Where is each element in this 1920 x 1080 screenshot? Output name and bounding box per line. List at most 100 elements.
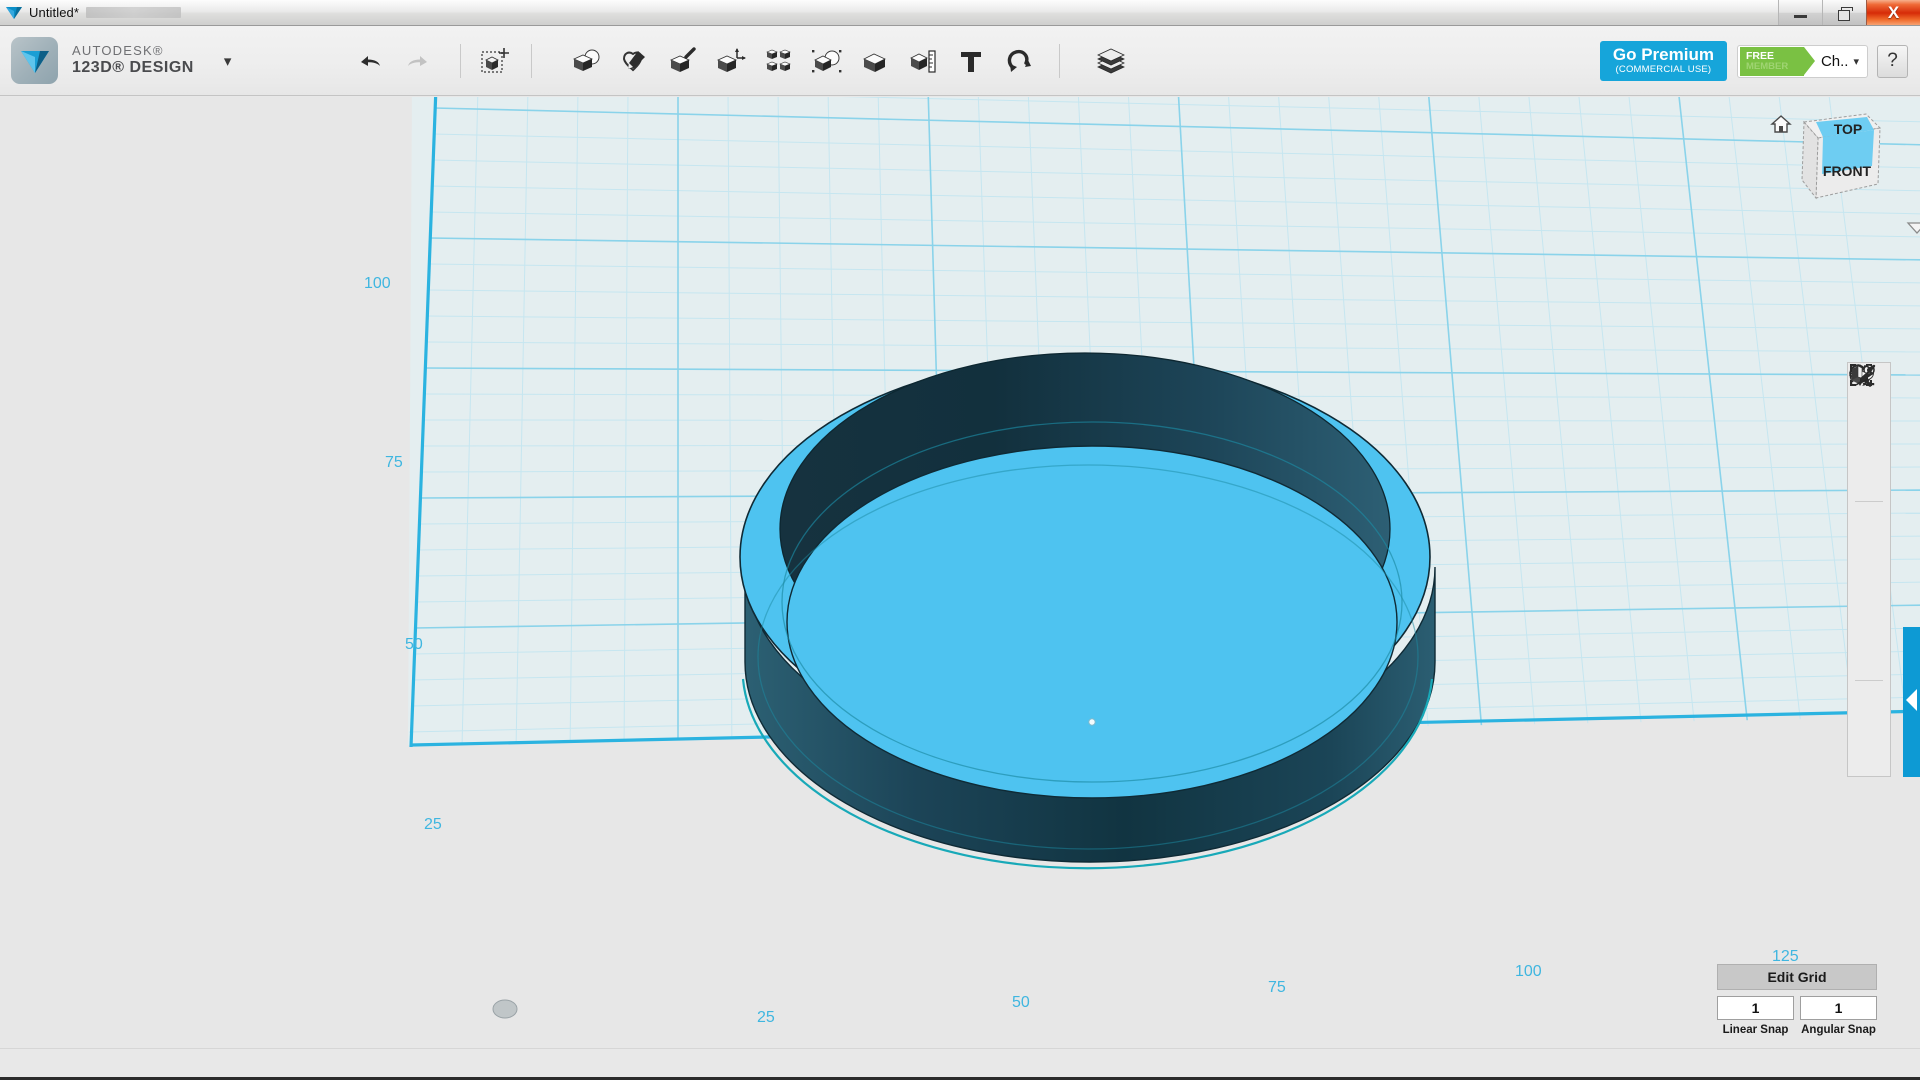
go-premium-title: Go Premium xyxy=(1612,44,1714,64)
model-cylinder-bowl xyxy=(739,352,1436,870)
go-premium-subtitle: (COMMERCIAL USE) xyxy=(1615,64,1712,76)
visibility-tool[interactable] xyxy=(1848,366,1890,634)
app-logo-icon xyxy=(11,37,58,84)
account-user-label: Ch.. xyxy=(1820,52,1849,70)
minimize-button[interactable] xyxy=(1778,0,1822,25)
app-brand-text: AUTODESK® 123D® DESIGN xyxy=(72,44,194,76)
window-title-bar: Untitled* X xyxy=(0,0,1920,26)
pattern-button[interactable] xyxy=(758,38,800,84)
minimize-icon xyxy=(1794,14,1807,18)
view-tools-divider-1 xyxy=(1855,501,1883,502)
app-menu-chevron-down-icon[interactable]: ▾ xyxy=(224,52,232,70)
account-menu-button[interactable]: FREE MEMBER Ch.. ▾ xyxy=(1736,44,1868,78)
restore-button[interactable] xyxy=(1822,0,1866,25)
undo-button[interactable] xyxy=(349,38,391,84)
linear-snap-cell: 1 Linear Snap xyxy=(1717,996,1794,1036)
x-tick-75: 75 xyxy=(1268,979,1286,996)
toolbar-group-modeling xyxy=(563,38,1043,84)
status-bar xyxy=(0,1048,1920,1080)
construct-extrude-icon xyxy=(670,46,697,72)
account-cluster: Go Premium (COMMERCIAL USE) FREE MEMBER … xyxy=(1599,26,1908,96)
go-premium-button[interactable]: Go Premium (COMMERCIAL USE) xyxy=(1599,40,1727,82)
collapse-panel-handle[interactable] xyxy=(1903,627,1920,777)
shading-tool[interactable] xyxy=(1848,366,1890,591)
material-stack-icon xyxy=(1097,48,1126,73)
material-button[interactable] xyxy=(1090,38,1132,84)
view-cube-faces: TOP FRONT xyxy=(1801,113,1882,200)
orbit-tool[interactable] xyxy=(1848,364,1890,455)
close-button[interactable]: X xyxy=(1866,0,1920,25)
snap-inputs-row: 1 Linear Snap 1 Angular Snap xyxy=(1717,996,1877,1036)
render-tool[interactable] xyxy=(1848,364,1890,770)
grouping-combine-icon xyxy=(812,49,842,72)
angular-snap-input[interactable]: 1 xyxy=(1800,996,1877,1020)
text-t-icon xyxy=(961,51,982,72)
badge-line-member: MEMBER xyxy=(1745,60,1789,72)
transform-move-icon xyxy=(481,47,510,73)
primitives-cube-sphere-icon xyxy=(573,49,600,71)
x-tick-100: 100 xyxy=(1515,963,1542,980)
angular-snap-label: Angular Snap xyxy=(1801,1024,1876,1036)
origin-handle xyxy=(492,999,518,1019)
help-button[interactable]: ? xyxy=(1877,44,1908,78)
text-button[interactable] xyxy=(950,38,992,84)
free-member-badge: FREE MEMBER xyxy=(1739,46,1815,76)
view-cube-top-label: TOP xyxy=(1834,121,1863,137)
view-tools-toolbar xyxy=(1847,362,1891,777)
title-bar-ghost-text xyxy=(86,7,182,18)
x-tick-125: 125 xyxy=(1772,948,1799,965)
sketch-button[interactable] xyxy=(614,38,656,84)
collapse-arrow-left-icon xyxy=(1906,689,1917,711)
zoom-tool[interactable] xyxy=(1848,364,1890,498)
view-tools-divider-2 xyxy=(1855,680,1883,681)
linear-snap-label: Linear Snap xyxy=(1722,1024,1789,1036)
snap-settings-tool[interactable] xyxy=(1848,365,1890,727)
x-tick-25: 25 xyxy=(757,1009,775,1026)
account-chevron-down-icon: ▾ xyxy=(1853,55,1859,68)
combine-button[interactable] xyxy=(854,38,896,84)
grouping-button[interactable] xyxy=(806,38,848,84)
render-effects-icon xyxy=(1852,364,1876,386)
center-snap-point xyxy=(1088,718,1096,726)
toolbar-group-materials xyxy=(1087,38,1135,84)
grid-tool[interactable] xyxy=(1848,364,1890,677)
snap-button[interactable] xyxy=(998,38,1040,84)
viewport-canvas[interactable]: 100 75 50 25 25 50 75 100 125 TOP FRONT xyxy=(0,97,1920,1048)
redo-button[interactable] xyxy=(397,38,439,84)
toolbar-separator-1 xyxy=(460,43,462,78)
toolbar-group-transform xyxy=(472,38,520,84)
transform-button[interactable] xyxy=(475,38,517,84)
undo-arrow-icon xyxy=(361,55,381,66)
view-cube-front-label: FRONT xyxy=(1823,163,1872,179)
edit-grid-button[interactable]: Edit Grid xyxy=(1717,964,1877,990)
fit-tool[interactable] xyxy=(1848,364,1890,548)
close-icon: X xyxy=(1887,2,1900,22)
brand-line-autodesk: AUTODESK® xyxy=(72,43,164,59)
view-cube[interactable]: TOP FRONT xyxy=(1770,106,1920,234)
linear-snap-input[interactable]: 1 xyxy=(1717,996,1794,1020)
main-toolbar: AUTODESK® 123D® DESIGN ▾ Go Premium (COM… xyxy=(0,26,1920,96)
construct-button[interactable] xyxy=(662,38,704,84)
inner-floor xyxy=(786,445,1398,799)
y-tick-75: 75 xyxy=(385,454,403,471)
primitives-button[interactable] xyxy=(566,38,608,84)
sketch-pencil-icon xyxy=(623,50,646,71)
modify-button[interactable] xyxy=(710,38,752,84)
combine-solid-icon xyxy=(863,53,887,72)
angular-snap-cell: 1 Angular Snap xyxy=(1800,996,1877,1036)
app-brand: AUTODESK® 123D® DESIGN ▾ xyxy=(11,37,231,84)
toolbar-separator-3 xyxy=(1059,43,1061,78)
measure-button[interactable] xyxy=(902,38,944,84)
y-tick-25: 25 xyxy=(424,816,442,833)
window-controls: X xyxy=(1778,0,1920,25)
badge-line-free: FREE xyxy=(1745,49,1774,62)
restore-icon xyxy=(1838,6,1853,21)
modify-cube-axis-icon xyxy=(717,47,747,72)
snap-magnet-icon xyxy=(1008,49,1032,72)
grid-settings-panel: Edit Grid 1 Linear Snap 1 Angular Snap xyxy=(1717,964,1877,1036)
measure-ruler-cube-icon xyxy=(910,49,936,73)
help-question-icon: ? xyxy=(1887,50,1898,71)
toolbar-separator-2 xyxy=(531,43,533,78)
brand-line-product: 123D® DESIGN xyxy=(72,58,194,76)
x-tick-50: 50 xyxy=(1012,994,1030,1011)
